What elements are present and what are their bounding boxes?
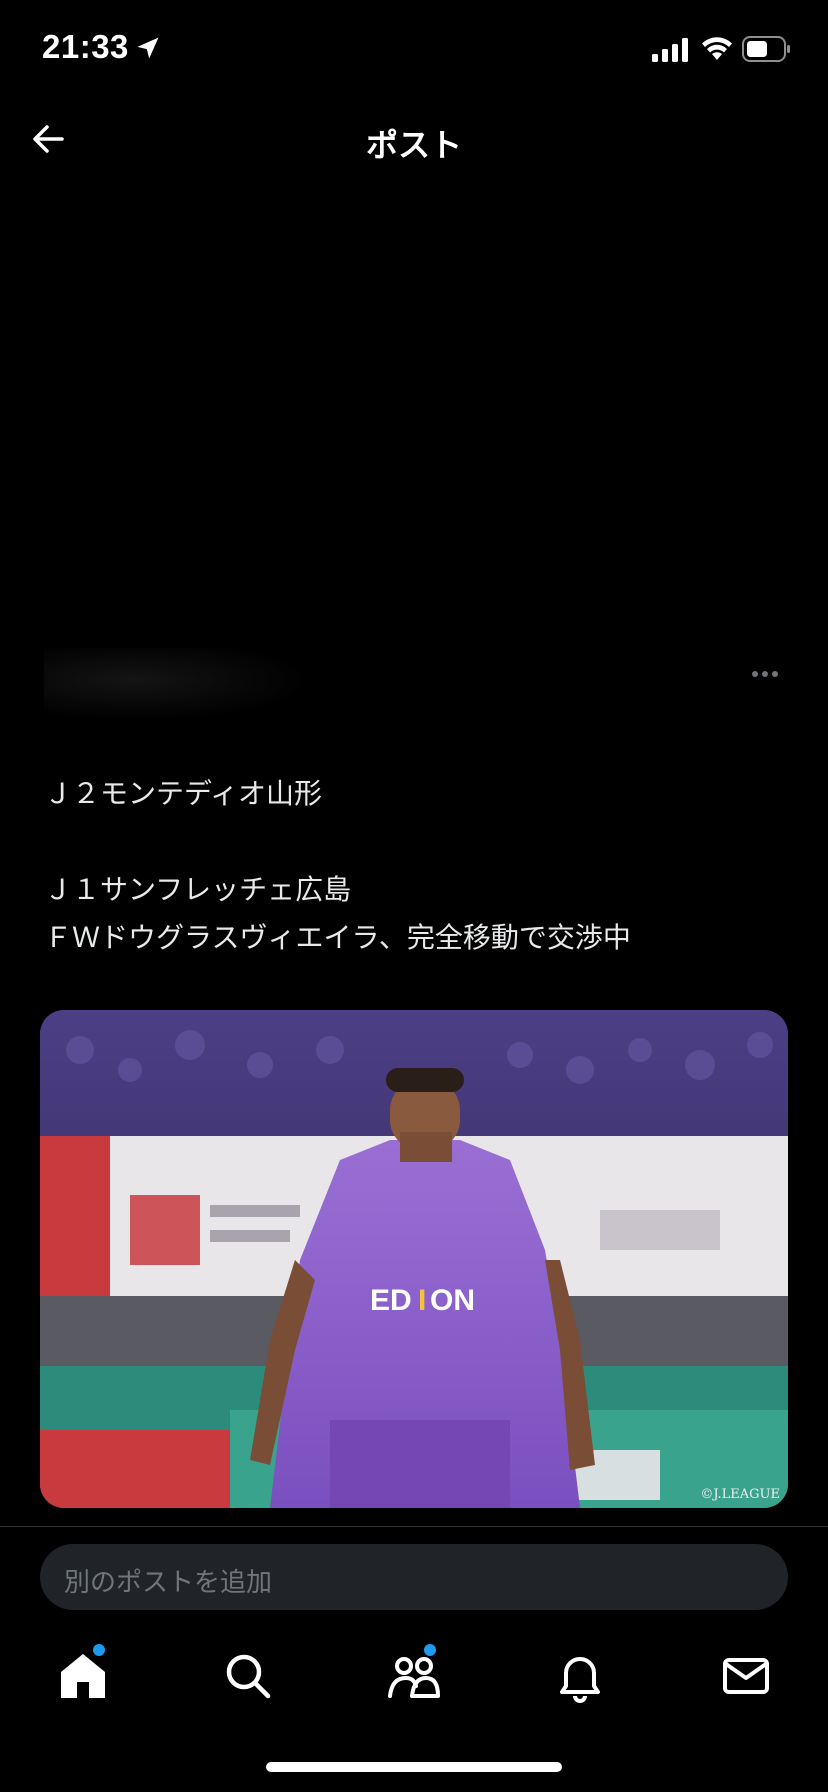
status-bar: 21:33 xyxy=(0,0,828,100)
add-post-placeholder: 別のポストを追加 xyxy=(64,1568,273,1598)
nav-communities[interactable] xyxy=(384,1644,444,1706)
communities-icon xyxy=(388,1657,440,1698)
bottom-nav xyxy=(0,1630,828,1720)
home-indicator[interactable] xyxy=(266,1762,562,1772)
post-text-line: Ｊ２モンテディオ山形 xyxy=(44,777,323,810)
svg-text:I: I xyxy=(418,1284,426,1317)
post-text-line xyxy=(44,818,784,866)
mail-icon xyxy=(723,1658,769,1694)
nav-header: ポスト xyxy=(0,100,828,180)
search-icon xyxy=(226,1654,271,1699)
location-arrow-icon xyxy=(137,37,159,59)
page-title: ポスト xyxy=(365,126,462,164)
bell-icon xyxy=(560,1657,600,1703)
home-icon xyxy=(61,1654,105,1698)
post-text: Ｊ２モンテディオ山形 Ｊ１サンフレッチェ広島 ＦＷドウグラスヴィエイラ、完全移動… xyxy=(44,770,784,962)
cellular-signal-icon xyxy=(652,38,688,62)
nav-search[interactable] xyxy=(218,1646,278,1706)
status-time: 21:33 xyxy=(42,28,129,65)
notification-dot xyxy=(93,1644,105,1656)
wifi-icon xyxy=(702,37,732,60)
author-info[interactable] xyxy=(44,648,344,728)
photo-watermark: ©J.LEAGUE xyxy=(700,1487,780,1502)
svg-text:ED: ED xyxy=(370,1284,412,1317)
divider xyxy=(0,1526,828,1527)
svg-text:ON: ON xyxy=(430,1284,475,1317)
nav-messages[interactable] xyxy=(716,1646,776,1706)
battery-icon xyxy=(742,36,790,62)
add-post-input[interactable]: 別のポストを追加 xyxy=(40,1544,788,1610)
post-photo[interactable]: ED I ON ©J.LEAGUE xyxy=(40,1010,788,1508)
more-options-icon[interactable] xyxy=(752,662,788,686)
photo-soccer-player: ED I ON xyxy=(40,1010,788,1508)
notification-dot xyxy=(424,1644,436,1656)
nav-home[interactable] xyxy=(53,1644,113,1706)
post-text-line: Ｊ１サンフレッチェ広島 xyxy=(44,873,352,906)
post-text-line: ＦＷドウグラスヴィエイラ、完全移動で交渉中 xyxy=(44,921,631,954)
nav-notifications[interactable] xyxy=(550,1646,610,1706)
